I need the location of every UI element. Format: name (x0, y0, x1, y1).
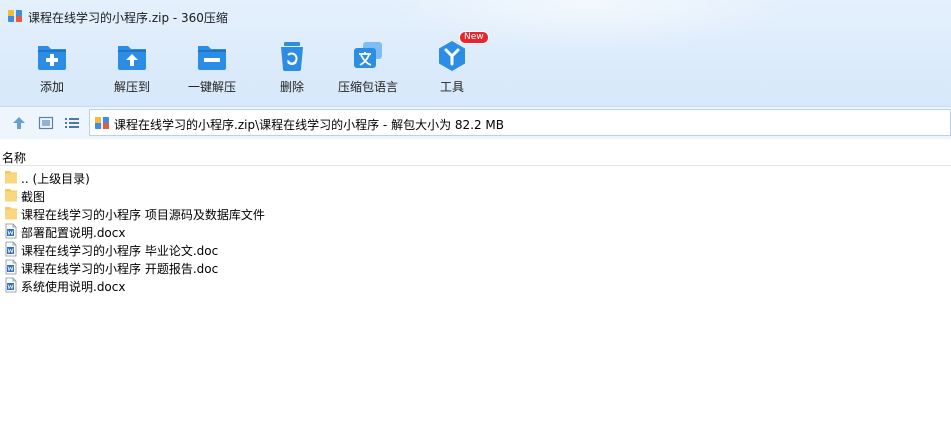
header-area: 课程在线学习的小程序.zip - 360压缩 添加 解压到 一键解压 删除 压缩… (0, 0, 951, 106)
file-name: 截图 (21, 190, 46, 204)
one-click-extract-icon (198, 46, 226, 70)
word-document-icon (5, 259, 17, 275)
main-toolbar: 添加 解压到 一键解压 删除 压缩包语言 New 工具 (0, 31, 951, 100)
folder-icon (5, 171, 17, 184)
add-label: 添加 (39, 80, 64, 94)
file-row[interactable]: 课程在线学习的小程序 毕业论文.doc (0, 240, 951, 258)
file-row[interactable]: 部署配置说明.docx (0, 222, 951, 240)
address-path-field[interactable]: 课程在线学习的小程序.zip\课程在线学习的小程序 - 解包大小为 82.2 M… (89, 109, 951, 136)
file-row[interactable]: 课程在线学习的小程序 开题报告.doc (0, 258, 951, 276)
tools-icon (439, 41, 465, 71)
archive-language-button[interactable]: 压缩包语言 (332, 36, 404, 98)
word-document-icon (5, 223, 17, 239)
file-name: 课程在线学习的小程序 毕业论文.doc (21, 244, 219, 258)
column-header-name[interactable]: 名称 (2, 149, 26, 166)
folder-row[interactable]: 课程在线学习的小程序 项目源码及数据库文件 (0, 204, 951, 222)
list-view-icon[interactable] (64, 115, 80, 131)
add-button[interactable]: 添加 (16, 36, 88, 98)
file-row[interactable]: 系统使用说明.docx (0, 276, 951, 294)
folder-icon (5, 189, 17, 202)
app-window: 课程在线学习的小程序.zip - 360压缩 添加 解压到 一键解压 删除 压缩… (0, 0, 951, 447)
extract-to-icon (118, 46, 146, 70)
archive-app-icon (8, 10, 22, 22)
address-path-text: 课程在线学习的小程序.zip\课程在线学习的小程序 - 解包大小为 82.2 M… (114, 118, 505, 132)
address-bar-row: 课程在线学习的小程序.zip\课程在线学习的小程序 - 解包大小为 82.2 M… (0, 106, 951, 139)
word-document-icon (5, 241, 17, 257)
file-name: 课程在线学习的小程序 开题报告.doc (21, 262, 219, 276)
file-list-header: 名称 (0, 145, 951, 166)
add-icon (38, 46, 66, 70)
extract-to-label: 解压到 (113, 80, 150, 94)
archive-language-icon (354, 42, 382, 68)
window-title: 课程在线学习的小程序.zip - 360压缩 (28, 11, 228, 25)
extract-to-button[interactable]: 解压到 (96, 36, 168, 98)
file-name: 系统使用说明.docx (21, 280, 126, 294)
delete-label: 删除 (279, 80, 304, 94)
file-list: .. (上级目录) 截图课程在线学习的小程序 项目源码及数据库文件 部署配置说明.d… (0, 168, 951, 294)
archive-language-label: 压缩包语言 (337, 80, 398, 94)
delete-icon (281, 42, 303, 71)
title-bar: 课程在线学习的小程序.zip - 360压缩 (0, 0, 951, 32)
new-badge: New (459, 31, 489, 44)
folder-row[interactable]: 截图 (0, 186, 951, 204)
one-click-extract-button[interactable]: 一键解压 (176, 36, 248, 98)
file-name: 课程在线学习的小程序 项目源码及数据库文件 (21, 208, 265, 222)
thumbnail-view-icon[interactable] (38, 115, 54, 131)
tools-label: 工具 (439, 80, 464, 94)
delete-button[interactable]: 删除 (256, 36, 328, 98)
tools-button[interactable]: New 工具 (416, 31, 489, 98)
zip-file-icon (95, 117, 109, 129)
folder-icon (5, 207, 17, 220)
file-name: .. (上级目录) (21, 172, 90, 186)
word-document-icon (5, 277, 17, 293)
folder-row[interactable]: .. (上级目录) (0, 168, 951, 186)
one-click-extract-label: 一键解压 (187, 80, 236, 94)
file-name: 部署配置说明.docx (21, 226, 126, 240)
up-level-icon[interactable] (11, 115, 27, 131)
